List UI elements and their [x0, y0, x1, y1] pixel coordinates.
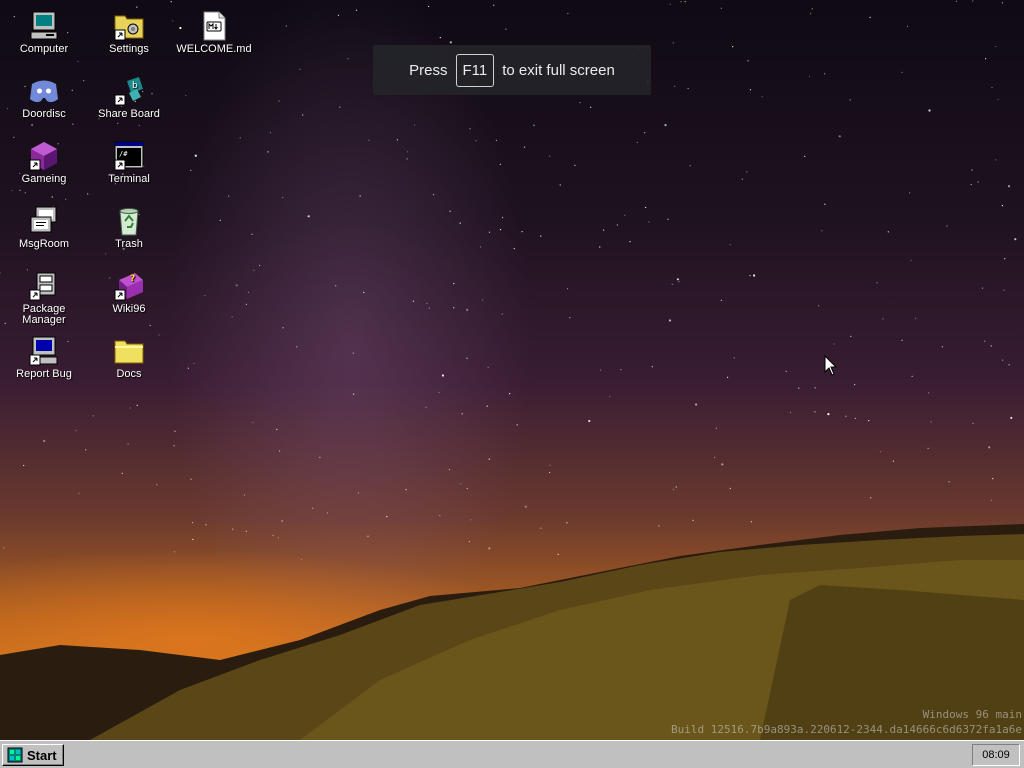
desktop-icon-report-bug[interactable]: Report Bug	[2, 335, 86, 380]
desktop-icon-label: Terminal	[108, 173, 150, 185]
desktop[interactable]: Computer Doordisc Gameing MsgRoom Packag…	[0, 0, 1024, 740]
desktop-icon-computer[interactable]: Computer	[2, 10, 86, 55]
game-cube-icon	[29, 142, 57, 171]
desktop-icon-label: Report Bug	[16, 368, 72, 380]
watermark-build: Build 12516.7b9a893a.220612-2344.da14666…	[671, 723, 1022, 736]
fullscreen-notice-suffix: to exit full screen	[502, 61, 615, 79]
watermark-os-name: Windows 96 main	[922, 708, 1022, 721]
desktop-icon-trash[interactable]: Trash	[87, 205, 171, 250]
discord-icon	[30, 80, 58, 103]
folder-icon	[114, 340, 144, 364]
desktop-icon-welcome-md[interactable]: WELCOME.md	[172, 10, 256, 55]
desktop-icon-label: Package Manager	[22, 303, 66, 326]
desktop-icon-label: MsgRoom	[18, 238, 70, 250]
desktop-icon-label: Share Board	[98, 108, 160, 120]
desktop-icon-label: Wiki96	[112, 303, 146, 315]
taskbar: Start 08:09	[0, 740, 1024, 768]
desktop-icon-label: Settings	[109, 43, 149, 55]
start-button[interactable]: Start	[2, 744, 64, 766]
desktop-icon-label: Gameing	[21, 173, 67, 185]
report-bug-icon	[29, 336, 58, 366]
share-board-icon: b	[114, 77, 143, 106]
svg-text:?: ?	[130, 274, 135, 284]
desktop-icon-label: WELCOME.md	[176, 43, 252, 55]
computer-icon	[30, 11, 58, 40]
desktop-icon-package-manager[interactable]: Package Manager	[2, 270, 86, 326]
system-clock[interactable]: 08:09	[972, 744, 1020, 766]
windows96-logo-icon	[7, 747, 23, 763]
package-manager-icon	[29, 272, 56, 301]
desktop-icon-label: Docs	[116, 368, 142, 380]
f11-key-badge: F11	[455, 53, 495, 87]
desktop-icon-wiki96[interactable]: ? Wiki96	[87, 270, 171, 315]
fullscreen-notice: Press F11 to exit full screen	[373, 45, 651, 95]
desktop-icon-share-board[interactable]: b Share Board	[87, 75, 171, 120]
wiki-book-icon: ?	[114, 273, 143, 301]
settings-folder-icon	[114, 15, 144, 41]
svg-text:/#: /#	[119, 150, 128, 158]
desktop-icon-gameing[interactable]: Gameing	[2, 140, 86, 185]
desktop-icon-label: Doordisc	[22, 108, 66, 120]
desktop-icon-docs[interactable]: Docs	[87, 335, 171, 380]
mouse-cursor-icon	[824, 355, 838, 376]
desktop-icon-settings[interactable]: Settings	[87, 10, 171, 55]
desktop-icon-terminal[interactable]: /# Terminal	[87, 140, 171, 185]
terminal-icon: /#	[114, 141, 144, 171]
desktop-icon-label: Trash	[115, 238, 143, 250]
fullscreen-notice-prefix: Press	[409, 61, 448, 79]
desktop-icon-msgroom[interactable]: MsgRoom	[2, 205, 86, 250]
desktop-icon-label: Computer	[19, 43, 69, 55]
msgroom-icon	[30, 206, 57, 233]
recycle-bin-icon	[119, 208, 139, 236]
markdown-file-icon	[203, 11, 226, 41]
start-label: Start	[27, 747, 57, 763]
desktop-icon-doordisc[interactable]: Doordisc	[2, 75, 86, 120]
build-watermark: Windows 96 main Build 12516.7b9a893a.220…	[671, 707, 1022, 737]
